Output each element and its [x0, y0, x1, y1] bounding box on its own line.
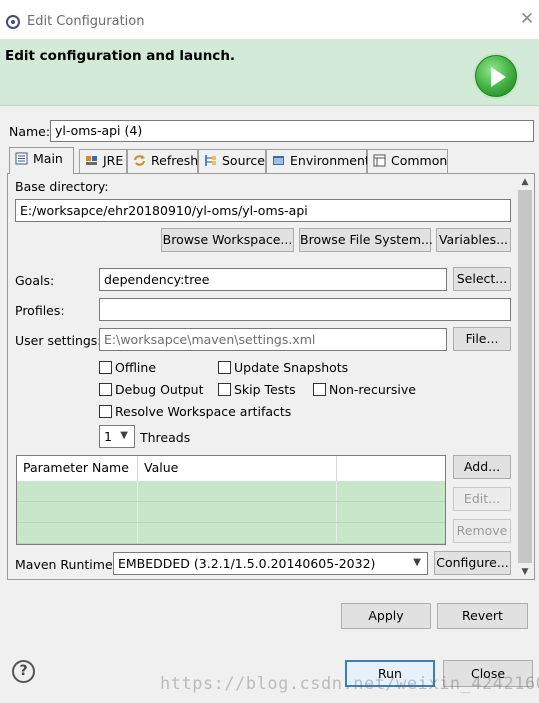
close-icon[interactable]: ✕ [518, 10, 536, 28]
environment-icon [273, 156, 284, 165]
name-label: Name: [9, 124, 51, 139]
skip-tests-label: Skip Tests [234, 382, 296, 397]
tab-source-label: Source [222, 153, 265, 168]
maven-runtime-label: Maven Runtime: [15, 557, 117, 572]
offline-label: Offline [115, 360, 157, 375]
tab-main[interactable]: Main [9, 147, 74, 174]
column-value[interactable]: Value [138, 456, 337, 481]
tab-environment[interactable]: Environment [266, 149, 370, 173]
tab-refresh[interactable]: Refresh [127, 149, 198, 173]
base-directory-label: Base directory: [15, 179, 109, 194]
name-input[interactable]: yl-oms-api (4) [50, 120, 534, 142]
goals-input[interactable]: dependency:tree [99, 268, 447, 291]
resolve-workspace-checkbox[interactable] [99, 405, 112, 418]
table-row[interactable] [17, 502, 445, 523]
app-icon [6, 15, 20, 29]
resolve-workspace-label: Resolve Workspace artifacts [115, 404, 292, 419]
tab-refresh-label: Refresh [151, 153, 199, 168]
tab-common-label: Common [391, 153, 448, 168]
tab-jre-label: JRE [103, 153, 124, 168]
refresh-icon [134, 155, 145, 166]
tab-main-label: Main [33, 151, 63, 166]
threads-select[interactable]: 1 ▼ [99, 425, 135, 448]
variables-button[interactable]: Variables... [436, 228, 511, 252]
scrollbar-thumb[interactable] [518, 190, 532, 563]
common-icon [373, 154, 386, 167]
user-settings-file-button[interactable]: File... [453, 327, 511, 351]
maven-runtime-value: EMBEDDED (3.2.1/1.5.0.20140605-2032) [118, 556, 376, 571]
debug-output-checkbox[interactable] [99, 383, 112, 396]
tab-source[interactable]: Source [198, 149, 266, 173]
chevron-down-icon: ▼ [120, 430, 128, 441]
table-row[interactable] [17, 523, 445, 544]
non-recursive-checkbox[interactable] [313, 383, 326, 396]
offline-checkbox[interactable] [99, 361, 112, 374]
parameter-table[interactable]: Parameter Name Value [16, 455, 446, 545]
scroll-up-icon[interactable]: ▲ [517, 175, 533, 189]
revert-button[interactable]: Revert [437, 603, 528, 629]
table-row[interactable] [17, 481, 445, 502]
user-settings-label: User settings: [15, 333, 102, 348]
chevron-down-icon: ▼ [413, 557, 421, 568]
base-directory-input[interactable]: E:/worksapce/ehr20180910/yl-oms/yl-oms-a… [15, 199, 511, 222]
source-icon [205, 155, 216, 166]
skip-tests-checkbox[interactable] [218, 383, 231, 396]
non-recursive-label: Non-recursive [329, 382, 416, 397]
maven-runtime-select[interactable]: EMBEDDED (3.2.1/1.5.0.20140605-2032) ▼ [113, 552, 428, 575]
help-icon[interactable]: ? [12, 660, 35, 683]
configure-button[interactable]: Configure... [434, 551, 511, 575]
profiles-label: Profiles: [15, 303, 65, 318]
main-tab-icon [15, 152, 28, 165]
remove-parameter-button[interactable]: Remove [453, 519, 511, 543]
browse-file-system-button[interactable]: Browse File System... [299, 228, 433, 252]
tab-jre[interactable]: JRE [79, 149, 127, 173]
add-parameter-button[interactable]: Add... [453, 455, 511, 479]
threads-label: Threads [140, 430, 191, 445]
goals-select-button[interactable]: Select... [453, 267, 511, 291]
apply-button[interactable]: Apply [341, 603, 431, 629]
browse-workspace-button[interactable]: Browse Workspace... [161, 228, 294, 252]
edit-parameter-button[interactable]: Edit... [453, 487, 511, 511]
tab-environment-label: Environment [290, 153, 370, 168]
user-settings-input[interactable]: E:\worksapce\maven\settings.xml [99, 328, 447, 351]
jre-icon [86, 156, 97, 165]
update-snapshots-checkbox[interactable] [218, 361, 231, 374]
watermark: https://blog.csdn.net/weixin_42421607 [160, 674, 539, 694]
tab-common[interactable]: Common [367, 149, 448, 173]
threads-value: 1 [104, 429, 112, 444]
goals-label: Goals: [15, 273, 55, 288]
debug-output-label: Debug Output [115, 382, 204, 397]
profiles-input[interactable] [99, 298, 511, 321]
window-title: Edit Configuration [27, 14, 145, 29]
banner-heading: Edit configuration and launch. [5, 48, 236, 64]
scroll-down-icon[interactable]: ▼ [517, 565, 533, 579]
update-snapshots-label: Update Snapshots [234, 360, 349, 375]
column-parameter-name[interactable]: Parameter Name [17, 456, 138, 481]
run-launch-icon [475, 55, 517, 97]
